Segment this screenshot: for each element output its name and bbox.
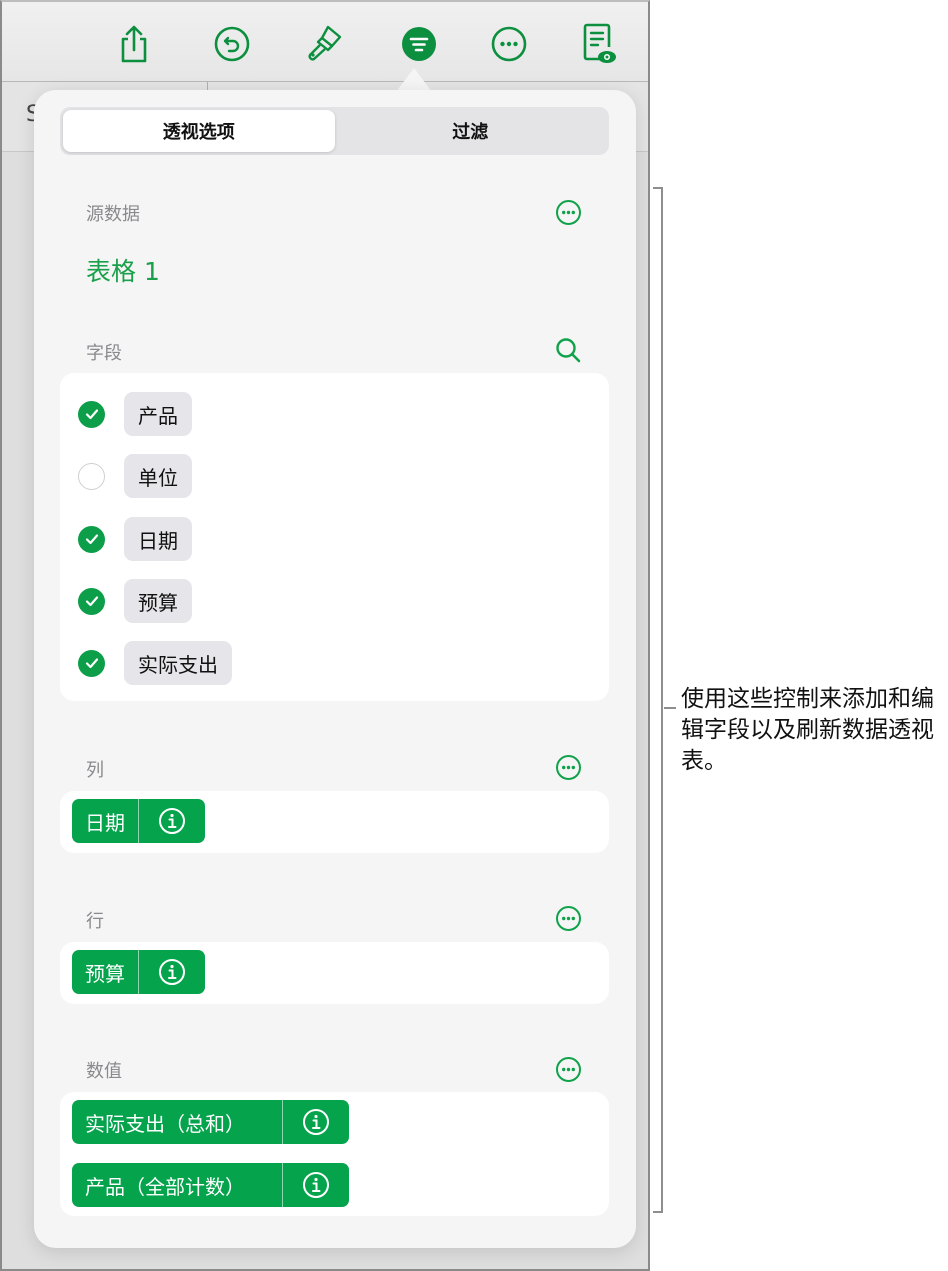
fields-label: 字段 (86, 343, 122, 364)
pill-label[interactable]: 预算 (72, 950, 139, 994)
tab-pivot-options[interactable]: 透视选项 (63, 110, 335, 152)
reading-view-button[interactable] (579, 23, 619, 64)
field-item: 产品 (78, 392, 192, 436)
checkmark-icon (85, 658, 98, 669)
field-checkbox[interactable] (78, 462, 105, 490)
document-eye-icon (583, 23, 616, 63)
organize-button[interactable] (399, 24, 439, 64)
ellipsis-circle-icon (555, 754, 581, 780)
undo-icon (214, 26, 250, 62)
share-icon (121, 25, 147, 63)
callout-bracket (653, 187, 663, 1213)
values-well: 实际支出（总和） 产品（全部计数） (60, 1092, 609, 1216)
field-chip[interactable]: 产品 (124, 392, 192, 436)
columns-well: 日期 (60, 791, 609, 853)
pill-label[interactable]: 实际支出（总和） (72, 1100, 283, 1144)
field-item: 实际支出 (78, 641, 232, 685)
field-chip[interactable]: 预算 (124, 579, 192, 623)
app-screen: S 透视选项 过滤 源数据 表格 1 字段 产品 单位 日期 预算 实际支出 列… (0, 0, 650, 1271)
info-icon (303, 1109, 329, 1135)
field-chip[interactable]: 实际支出 (124, 641, 232, 685)
field-checkbox[interactable] (78, 587, 105, 615)
source-data-label: 源数据 (86, 204, 140, 225)
rows-more-button[interactable] (553, 903, 583, 933)
fields-list: 产品 单位 日期 预算 实际支出 (60, 373, 609, 701)
columns-label: 列 (86, 760, 104, 781)
pill-label[interactable]: 产品（全部计数） (72, 1163, 283, 1207)
format-button[interactable] (304, 24, 344, 64)
field-chip[interactable]: 日期 (124, 517, 192, 561)
undo-button[interactable] (212, 24, 252, 64)
rows-well: 预算 (60, 942, 609, 1004)
info-icon (159, 959, 185, 985)
pill-info-button[interactable] (283, 1100, 349, 1144)
checkmark-icon (85, 596, 98, 607)
ellipsis-circle-icon (555, 1056, 581, 1082)
column-field-pill: 日期 (72, 799, 205, 843)
pill-info-button[interactable] (139, 799, 205, 843)
tab-filter[interactable]: 过滤 (335, 110, 607, 152)
popover-arrow (396, 68, 432, 92)
columns-more-button[interactable] (553, 752, 583, 782)
ellipsis-circle-icon (555, 199, 581, 225)
value-field-pill: 实际支出（总和） (72, 1100, 349, 1144)
pill-info-button[interactable] (283, 1163, 349, 1207)
search-icon (556, 338, 581, 363)
field-checkbox[interactable] (78, 400, 105, 428)
ellipsis-icon (491, 26, 527, 62)
checkmark-icon (85, 409, 98, 420)
filter-icon (402, 27, 436, 61)
field-item: 单位 (78, 454, 192, 498)
field-checkbox[interactable] (78, 525, 105, 553)
field-chip[interactable]: 单位 (124, 454, 192, 498)
more-button[interactable] (489, 24, 529, 64)
ellipsis-circle-icon (555, 905, 581, 931)
paintbrush-icon (308, 25, 342, 61)
pill-info-button[interactable] (139, 950, 205, 994)
info-icon (303, 1172, 329, 1198)
pill-label[interactable]: 日期 (72, 799, 139, 843)
source-table-name[interactable]: 表格 1 (86, 252, 160, 288)
checkmark-icon (85, 534, 98, 545)
callout-text: 使用这些控制来添加和编辑字段以及刷新数据透视表。 (681, 686, 934, 774)
share-button[interactable] (114, 24, 154, 64)
field-item: 日期 (78, 517, 192, 561)
field-checkbox[interactable] (78, 649, 105, 677)
value-field-pill: 产品（全部计数） (72, 1163, 349, 1207)
values-label: 数值 (86, 1061, 122, 1082)
info-icon (159, 808, 185, 834)
source-more-button[interactable] (553, 197, 583, 227)
values-more-button[interactable] (553, 1054, 583, 1084)
row-field-pill: 预算 (72, 950, 205, 994)
segmented-control: 透视选项 过滤 (60, 107, 609, 155)
callout-leader (664, 707, 676, 709)
fields-search-button[interactable] (553, 335, 583, 365)
toolbar (2, 2, 648, 82)
rows-label: 行 (86, 911, 104, 932)
field-item: 预算 (78, 579, 192, 623)
pivot-popover: 透视选项 过滤 源数据 表格 1 字段 产品 单位 日期 预算 实际支出 列 日… (34, 90, 636, 1248)
